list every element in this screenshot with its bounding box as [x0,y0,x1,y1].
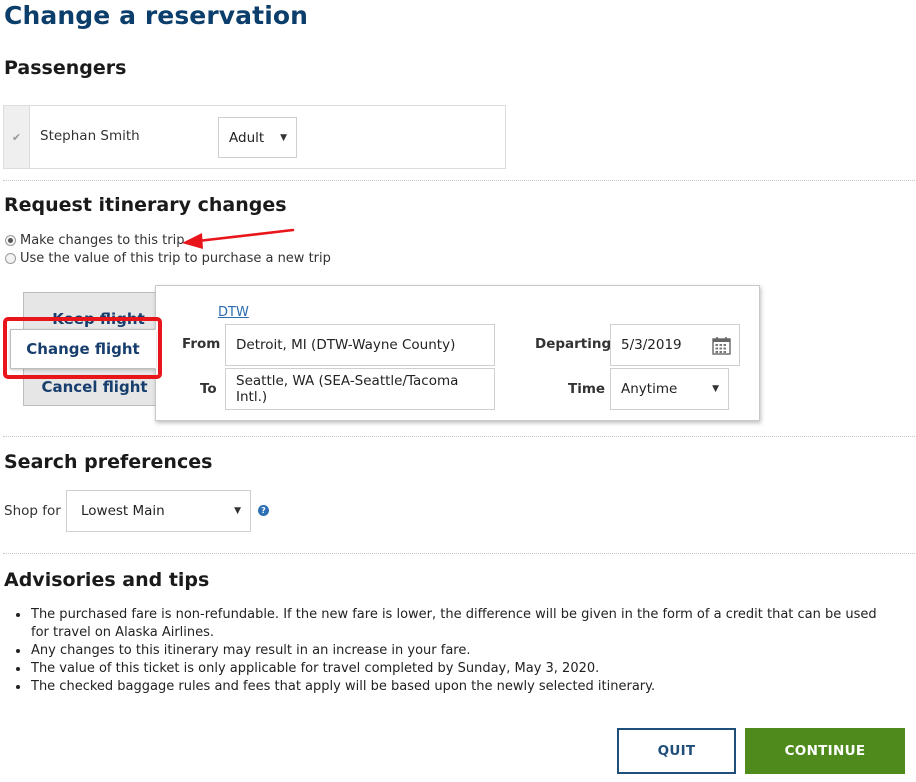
advisory-item: The purchased fare is non-refundable. If… [30,606,886,642]
option-new-trip-label: Use the value of this trip to purchase a… [20,251,331,266]
from-input[interactable]: Detroit, MI (DTW-Wayne County) [225,324,495,366]
to-input-value: Seattle, WA (SEA-Seattle/Tacoma Intl.) [236,373,459,405]
shop-for-select[interactable]: Lowest Main ▼ [66,490,251,532]
divider [3,180,915,181]
shop-for-label: Shop for [4,503,61,519]
advisories-list: The purchased fare is non-refundable. If… [6,606,886,696]
radio-selected[interactable] [5,235,16,246]
advisories-heading: Advisories and tips [4,569,210,591]
tab-change-flight[interactable]: Change flight [10,329,156,369]
radio-unselected[interactable] [5,253,16,264]
time-select-value: Anytime [621,381,678,397]
shop-for-value: Lowest Main [81,503,165,519]
departing-date-value: 5/3/2019 [621,337,682,353]
red-arrow-annotation [182,228,295,249]
continue-button[interactable]: CONTINUE [745,728,905,774]
divider [3,553,915,554]
checkbox-checked-icon: ✔ [11,130,22,144]
advisory-item: The value of this ticket is only applica… [30,660,886,678]
quit-button-label: QUIT [657,743,696,759]
departing-date-input[interactable]: 5/3/2019 [610,324,740,366]
passenger-type-select[interactable]: Adult ▼ [218,117,297,158]
caret-down-icon: ▼ [280,132,287,143]
option-change-trip[interactable]: Make changes to this trip [5,233,184,248]
option-new-trip[interactable]: Use the value of this trip to purchase a… [5,251,331,266]
divider [3,436,915,437]
option-change-trip-label: Make changes to this trip [20,233,185,248]
passengers-heading: Passengers [4,57,127,79]
caret-down-icon: ▼ [234,506,241,516]
tab-change-flight-label: Change flight [26,340,140,358]
calendar-icon[interactable] [712,336,731,355]
passenger-type-value: Adult [229,129,265,146]
advisory-item: The checked baggage rules and fees that … [30,678,886,696]
departing-label: Departing [535,336,612,352]
time-select[interactable]: Anytime ▼ [610,368,729,410]
help-icon-glyph: ? [261,506,266,515]
to-label: To [200,381,217,397]
search-preferences-heading: Search preferences [4,451,213,473]
page-title: Change a reservation [4,1,309,30]
passenger-checkbox[interactable]: ✔ [4,106,30,168]
segment-link[interactable]: DTW [218,305,249,320]
time-label: Time [568,381,606,397]
from-input-value: Detroit, MI (DTW-Wayne County) [236,337,456,353]
flight-edit-panel: DTW From Detroit, MI (DTW-Wayne County) … [155,285,760,421]
passenger-row: ✔ Stephan Smith Adult ▼ [3,105,506,169]
tab-cancel-flight-label: Cancel flight [41,378,148,396]
itinerary-heading: Request itinerary changes [4,194,287,216]
advisory-item: Any changes to this itinerary may result… [30,642,886,660]
passenger-name: Stephan Smith [40,128,140,144]
caret-down-icon: ▼ [712,384,719,394]
help-icon[interactable]: ? [258,505,269,516]
from-label: From [182,336,221,352]
quit-button[interactable]: QUIT [617,728,736,774]
to-input[interactable]: Seattle, WA (SEA-Seattle/Tacoma Intl.) [225,368,495,410]
continue-button-label: CONTINUE [784,743,866,759]
